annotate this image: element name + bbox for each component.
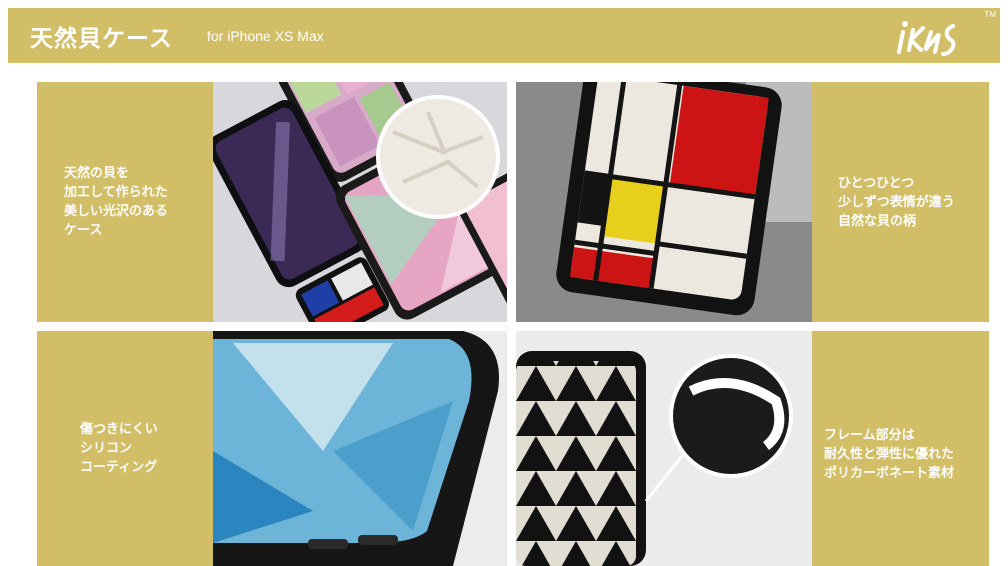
page-subtitle: for iPhone XS Max [207,28,324,44]
product-photo-blue-case-closeup [213,331,507,566]
feature-line: 天然の貝を [64,166,130,181]
brand-logo [897,21,956,56]
feature-text-polycarbonate-frame: フレーム部分は 耐久性と弾性に優れた ポリカーボネート素材 [824,426,954,483]
page-title: 天然貝ケース [30,26,173,52]
feature-panel-natural-shell: 天然の貝を 加工して作られた 美しい光沢のある ケース [37,82,213,322]
feature-panel-silicone-coating: 傷つきにくい シリコン コーティング [37,331,213,566]
feature-line: 加工して作られた [64,185,168,200]
feature-text-silicone-coating: 傷つきにくい シリコン コーティング [80,420,158,477]
product-photo-triangle-case [516,331,812,566]
feature-line: 自然な貝の柄 [838,214,917,229]
feature-panel-unique-pattern: ひとつひとつ 少しずつ表情が違う 自然な貝の柄 [812,82,989,322]
feature-line: フレーム部分は [824,428,915,443]
feature-line: ケース [64,223,103,238]
feature-line: コーティング [80,460,158,475]
product-photo-mondrian-case [516,82,812,322]
feature-line: 耐久性と弾性に優れた [824,447,955,462]
feature-line: 傷つきにくい [80,422,158,437]
header-banner: 天然貝ケース for iPhone XS Max TM [8,8,1000,63]
feature-line: 少しずつ表情が違う [838,195,955,210]
feature-line: シリコン [80,441,133,456]
feature-text-natural-shell: 天然の貝を 加工して作られた 美しい光沢のある ケース [64,164,168,240]
feature-text-unique-pattern: ひとつひとつ 少しずつ表情が違う 自然な貝の柄 [838,174,955,231]
feature-panel-polycarbonate-frame: フレーム部分は 耐久性と弾性に優れた ポリカーボネート素材 [812,331,989,566]
trademark-symbol: TM [984,10,996,19]
feature-line: ひとつひとつ [838,176,915,191]
feature-line: 美しい光沢のある [64,204,169,219]
feature-line: ポリカーボネート素材 [824,466,955,481]
product-photo-case-collage [213,82,507,322]
